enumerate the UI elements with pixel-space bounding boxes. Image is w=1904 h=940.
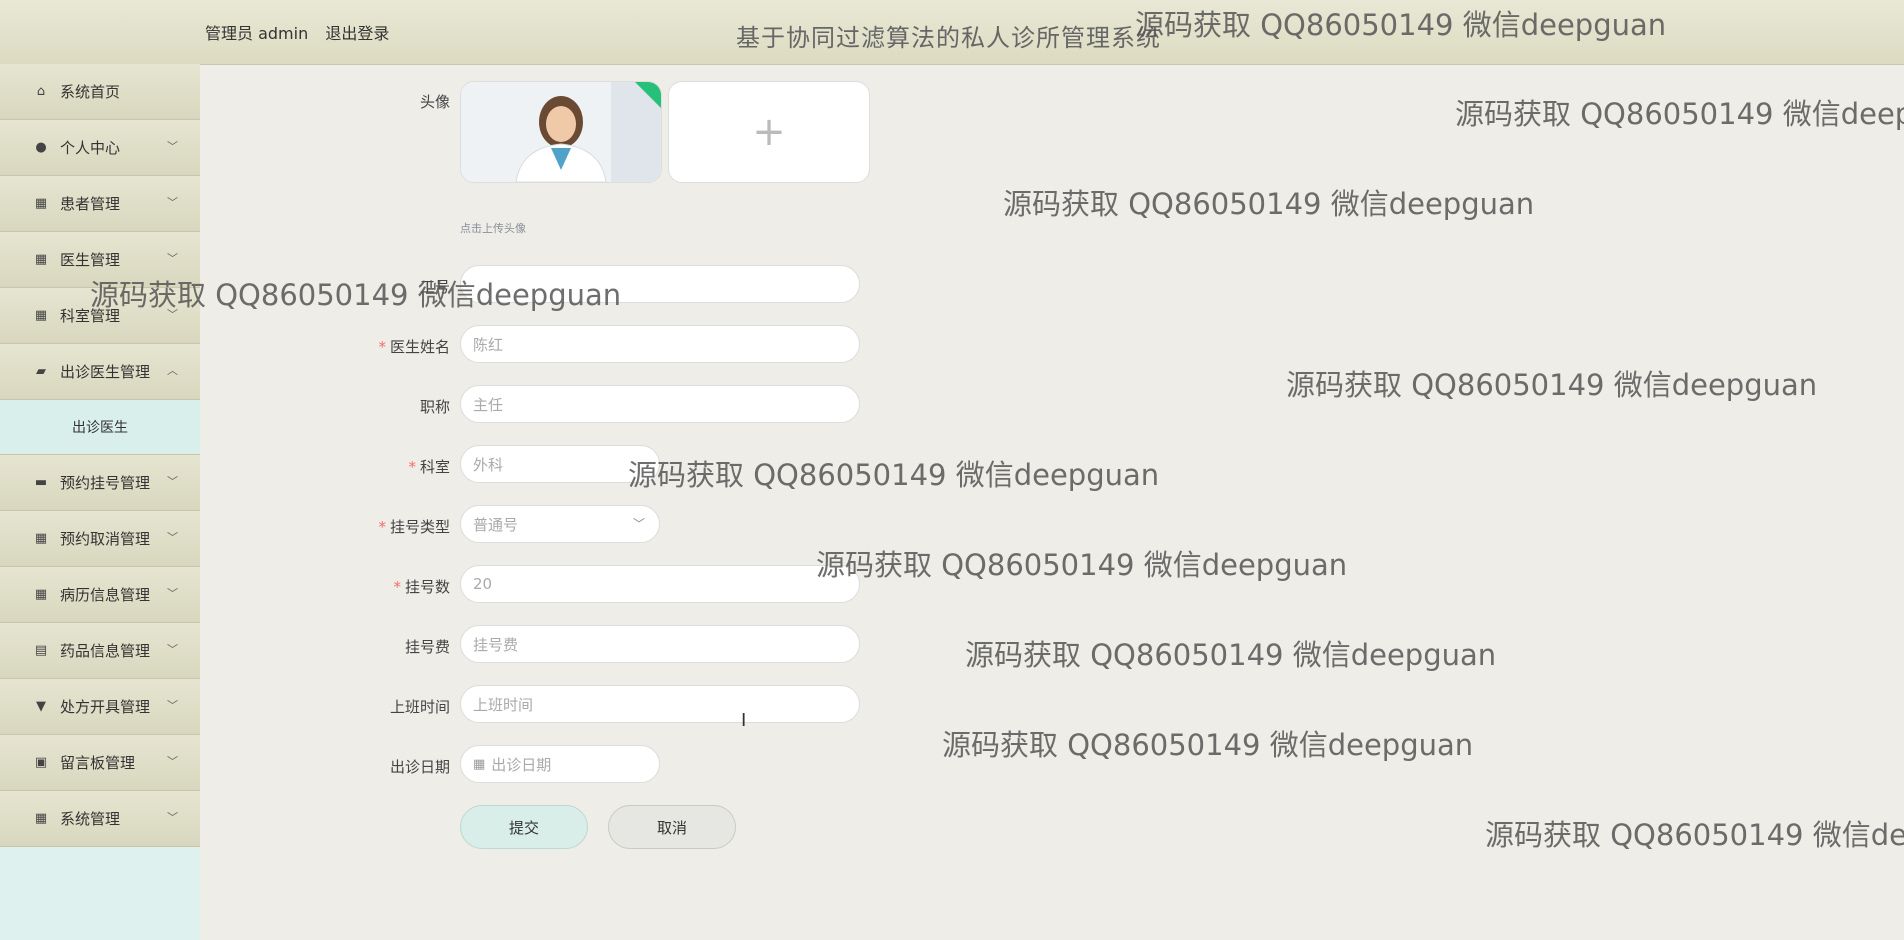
plus-icon: + bbox=[752, 109, 786, 155]
reg-count-field[interactable]: 20 bbox=[460, 565, 860, 603]
chevron-up-icon: ︿ bbox=[167, 364, 178, 377]
work-time-label: 上班时间 bbox=[389, 698, 450, 716]
home-icon: ⌂ bbox=[36, 84, 46, 99]
chevron-down-icon: ﹀ bbox=[167, 196, 178, 209]
sidebar-item-system[interactable]: ▦ 系统管理 ﹀ bbox=[0, 791, 200, 847]
cancel-button[interactable]: 取消 bbox=[608, 805, 736, 849]
sidebar-item-label: 预约挂号管理 bbox=[60, 474, 151, 492]
monitor-icon: ▬ bbox=[34, 475, 48, 490]
user-role: 管理员 admin bbox=[205, 24, 309, 43]
chevron-down-icon: ﹀ bbox=[167, 811, 178, 824]
avatar-image[interactable] bbox=[460, 81, 662, 183]
reg-type-select[interactable]: 普通号 ﹀ bbox=[460, 505, 660, 543]
sidebar-item-label: 医生管理 bbox=[60, 251, 121, 269]
work-time-placeholder: 上班时间 bbox=[473, 695, 534, 714]
sidebar-item-doctors[interactable]: ▦ 医生管理 ﹀ bbox=[0, 232, 200, 288]
chevron-down-icon: ﹀ bbox=[167, 587, 178, 600]
bookmark-icon: ▼ bbox=[36, 699, 46, 714]
reg-count-label: * 挂号数 bbox=[393, 578, 450, 596]
clipboard-icon: ▤ bbox=[34, 643, 48, 658]
text-cursor-icon: I bbox=[741, 710, 747, 731]
submenu-item-label: 出诊医生 bbox=[72, 420, 128, 436]
doctor-photo bbox=[461, 82, 661, 182]
chevron-down-icon: ﹀ bbox=[167, 308, 178, 321]
chevron-down-icon: ﹀ bbox=[167, 252, 178, 265]
reg-fee-field[interactable]: 挂号费 bbox=[460, 625, 860, 663]
chevron-down-icon: ﹀ bbox=[167, 475, 178, 488]
sidebar-item-medicines[interactable]: ▤ 药品信息管理 ﹀ bbox=[0, 623, 200, 679]
title-field[interactable]: 主任 bbox=[460, 385, 860, 423]
sidebar-item-label: 出诊医生管理 bbox=[60, 363, 151, 381]
department-field[interactable]: 外科 bbox=[460, 445, 660, 483]
sidebar-item-home[interactable]: ⌂ 系统首页 bbox=[0, 64, 200, 120]
sidebar-item-label: 患者管理 bbox=[60, 195, 121, 213]
avatar-label: 头像 bbox=[419, 93, 450, 111]
submit-button[interactable]: 提交 bbox=[460, 805, 588, 849]
sidebar-item-label: 处方开具管理 bbox=[60, 698, 151, 716]
work-time-field[interactable]: 上班时间 bbox=[460, 685, 860, 723]
sidebar-item-appointments[interactable]: ▬ 预约挂号管理 ﹀ bbox=[0, 455, 200, 511]
avatar-upload-button[interactable]: + bbox=[668, 81, 870, 183]
chevron-down-icon: ﹀ bbox=[167, 531, 178, 544]
grid-icon: ▦ bbox=[34, 531, 48, 546]
title-label: 职称 bbox=[419, 398, 450, 416]
sidebar-item-label: 系统首页 bbox=[60, 83, 121, 101]
reg-fee-label: 挂号费 bbox=[404, 638, 450, 656]
department-label: * 科室 bbox=[408, 458, 450, 476]
logout-link[interactable]: 退出登录 bbox=[325, 24, 389, 43]
briefcase-icon: ▰ bbox=[36, 364, 46, 379]
sidebar-item-label: 科室管理 bbox=[60, 307, 121, 325]
visit-date-placeholder: 出诊日期 bbox=[491, 755, 552, 774]
chevron-down-icon: ﹀ bbox=[167, 755, 178, 768]
sidebar-item-messages[interactable]: ▣ 留言板管理 ﹀ bbox=[0, 735, 200, 791]
sidebar-item-records[interactable]: ▦ 病历信息管理 ﹀ bbox=[0, 567, 200, 623]
chevron-down-icon: ﹀ bbox=[167, 643, 178, 656]
top-bar: 管理员 admin 退出登录 基于协同过滤算法的私人诊所管理系统 bbox=[0, 0, 1904, 65]
employee-id-field[interactable] bbox=[460, 265, 860, 303]
grid-icon: ▦ bbox=[34, 587, 48, 602]
doctor-name-field[interactable]: 陈红 bbox=[460, 325, 860, 363]
user-icon: ● bbox=[35, 140, 47, 155]
sidebar-item-prescriptions[interactable]: ▼ 处方开具管理 ﹀ bbox=[0, 679, 200, 735]
reg-fee-placeholder: 挂号费 bbox=[473, 635, 519, 654]
chevron-down-icon: ﹀ bbox=[167, 140, 178, 153]
chevron-down-icon: ﹀ bbox=[632, 517, 645, 531]
sidebar: ⌂ 系统首页 ● 个人中心 ﹀ ▦ 患者管理 ﹀ ▦ 医生管理 ﹀ ▦ 科室管理… bbox=[0, 64, 200, 940]
employee-id-label: 工号 bbox=[419, 278, 450, 296]
sidebar-item-label: 个人中心 bbox=[60, 139, 121, 157]
reg-count-value: 20 bbox=[473, 575, 493, 593]
apps-icon: ▦ bbox=[34, 811, 48, 826]
sidebar-item-label: 病历信息管理 bbox=[60, 586, 151, 604]
submenu-item-visiting-doctor[interactable]: 出诊医生 bbox=[0, 400, 200, 455]
sidebar-item-visiting-doctors[interactable]: ▰ 出诊医生管理 ︿ bbox=[0, 344, 200, 400]
department-value: 外科 bbox=[473, 455, 504, 474]
reg-type-label: * 挂号类型 bbox=[378, 518, 450, 536]
main-form: 头像 + 点击上传头像 工号 * 医生姓名 陈红 职称 主任 * 科室 外科 * 挂号… bbox=[200, 64, 1904, 940]
document-icon: ▣ bbox=[34, 755, 48, 770]
title-value: 主任 bbox=[473, 395, 504, 414]
sidebar-item-label: 预约取消管理 bbox=[60, 530, 151, 548]
app-title: 基于协同过滤算法的私人诊所管理系统 bbox=[736, 24, 1161, 52]
visit-date-label: 出诊日期 bbox=[389, 758, 450, 776]
chevron-down-icon: ﹀ bbox=[167, 699, 178, 712]
reg-type-value: 普通号 bbox=[473, 515, 519, 534]
calendar-icon: ▦ bbox=[473, 756, 486, 772]
upload-tip: 点击上传头像 bbox=[460, 222, 526, 235]
sidebar-item-profile[interactable]: ● 个人中心 ﹀ bbox=[0, 120, 200, 176]
doctor-name-label: * 医生姓名 bbox=[378, 338, 450, 356]
doctor-name-value: 陈红 bbox=[473, 335, 504, 354]
sidebar-item-departments[interactable]: ▦ 科室管理 ﹀ bbox=[0, 288, 200, 344]
sidebar-item-patients[interactable]: ▦ 患者管理 ﹀ bbox=[0, 176, 200, 232]
visit-date-picker[interactable]: ▦ 出诊日期 bbox=[460, 745, 660, 783]
grid-icon: ▦ bbox=[34, 252, 48, 267]
grid-icon: ▦ bbox=[34, 196, 48, 211]
sidebar-item-label: 系统管理 bbox=[60, 810, 121, 828]
sidebar-item-cancellations[interactable]: ▦ 预约取消管理 ﹀ bbox=[0, 511, 200, 567]
grid-icon: ▦ bbox=[34, 308, 48, 323]
sidebar-item-label: 留言板管理 bbox=[60, 754, 136, 772]
sidebar-item-label: 药品信息管理 bbox=[60, 642, 151, 660]
user-info: 管理员 admin 退出登录 bbox=[205, 20, 401, 44]
